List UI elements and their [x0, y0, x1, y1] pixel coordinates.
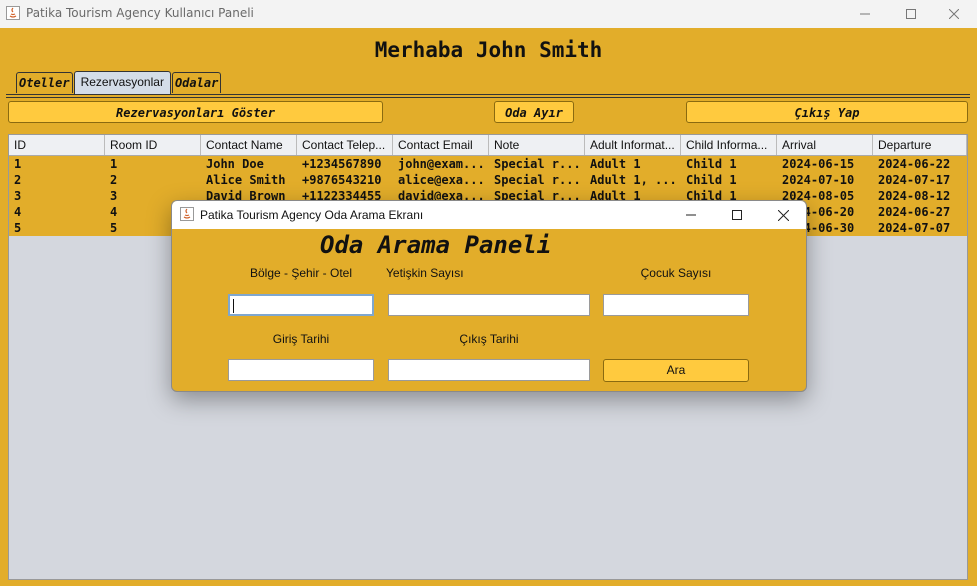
close-icon	[949, 9, 959, 19]
cell-contact-email: alice@exa...	[398, 173, 485, 187]
java-app-icon	[180, 207, 194, 221]
children-label: Çocuk Sayısı	[640, 266, 712, 280]
panel-title: Oda Arama Paneli	[320, 231, 552, 259]
greeting-label: Merhaba John Smith	[374, 38, 603, 62]
cell-note: Special r...	[494, 173, 581, 187]
region-label: Bölge - Şehir - Otel	[249, 266, 353, 280]
region-input[interactable]	[228, 294, 374, 316]
column-header-departure[interactable]: Departure	[873, 135, 967, 155]
cell-contact-name: John Doe	[206, 157, 264, 171]
cell-child-info: Child 1	[686, 157, 737, 171]
logout-button[interactable]: Çıkış Yap	[686, 101, 968, 123]
minimize-button[interactable]	[842, 0, 888, 28]
minimize-icon	[860, 13, 870, 15]
maximize-button[interactable]	[888, 0, 934, 28]
dialog-close-button[interactable]	[760, 201, 806, 229]
tab-divider	[6, 97, 970, 98]
tab-bar: Oteller Rezervasyonlar Odalar	[16, 71, 222, 94]
column-header-contact-name[interactable]: Contact Name	[201, 135, 297, 155]
cell-departure: 2024-08-12	[878, 189, 951, 203]
adults-label: Yetişkin Sayısı	[386, 266, 464, 280]
children-input[interactable]	[603, 294, 749, 316]
column-header-note[interactable]: Note	[489, 135, 585, 155]
column-header-room-id[interactable]: Room ID	[105, 135, 201, 155]
tab-rooms[interactable]: Odalar	[171, 72, 222, 93]
maximize-icon	[906, 9, 916, 19]
cell-room-id: 1	[110, 157, 118, 171]
cell-contact-phone: +1234567890	[302, 157, 382, 171]
adults-input[interactable]	[388, 294, 590, 316]
checkin-label: Giriş Tarihi	[272, 332, 330, 346]
close-button[interactable]	[931, 0, 977, 28]
column-header-child-info[interactable]: Child Informa...	[681, 135, 777, 155]
cell-departure: 2024-06-22	[878, 157, 951, 171]
java-app-icon	[6, 6, 20, 20]
cell-adult-info: Adult 1, ...	[590, 173, 677, 187]
checkin-date-input[interactable]	[228, 359, 374, 381]
cell-arrival: 2024-07-10	[782, 173, 855, 187]
cell-id: 3	[14, 189, 22, 203]
dialog-maximize-button[interactable]	[714, 201, 760, 229]
checkout-label: Çıkış Tarihi	[459, 332, 519, 346]
cell-id: 2	[14, 173, 22, 187]
cell-arrival: 2024-06-15	[782, 157, 855, 171]
close-icon	[777, 209, 789, 221]
column-header-arrival[interactable]: Arrival	[777, 135, 873, 155]
dialog-titlebar: Patika Tourism Agency Oda Arama Ekranı	[172, 201, 806, 229]
book-room-button[interactable]: Oda Ayır	[494, 101, 574, 123]
minimize-icon	[686, 214, 696, 216]
tab-reservations[interactable]: Rezervasyonlar	[73, 71, 171, 94]
cell-adult-info: Adult 1	[590, 157, 641, 171]
cell-note: Special r...	[494, 157, 581, 171]
dialog-title: Patika Tourism Agency Oda Arama Ekranı	[200, 208, 424, 222]
room-search-dialog: Patika Tourism Agency Oda Arama Ekranı O…	[171, 200, 807, 392]
dialog-minimize-button[interactable]	[668, 201, 714, 229]
maximize-icon	[732, 210, 742, 220]
table-row[interactable]: 2 2 Alice Smith +9876543210 alice@exa...…	[9, 172, 967, 188]
cell-departure: 2024-07-07	[878, 221, 951, 235]
show-reservations-button[interactable]: Rezervasyonları Göster	[8, 101, 383, 123]
cell-contact-email: john@exam...	[398, 157, 485, 171]
column-header-contact-phone[interactable]: Contact Telep...	[297, 135, 393, 155]
tab-hotels[interactable]: Oteller	[16, 72, 73, 93]
text-caret	[233, 299, 234, 313]
cell-id: 1	[14, 157, 22, 171]
window-titlebar: Patika Tourism Agency Kullanıcı Paneli	[0, 0, 977, 28]
table-header: ID Room ID Contact Name Contact Telep...…	[9, 135, 967, 156]
cell-departure: 2024-07-17	[878, 173, 951, 187]
column-header-adult-info[interactable]: Adult Informat...	[585, 135, 681, 155]
cell-contact-phone: +9876543210	[302, 173, 382, 187]
checkout-date-input[interactable]	[388, 359, 590, 381]
cell-id: 4	[14, 205, 22, 219]
tab-divider	[6, 94, 970, 95]
cell-contact-name: Alice Smith	[206, 173, 286, 187]
cell-id: 5	[14, 221, 22, 235]
column-header-id[interactable]: ID	[9, 135, 105, 155]
cell-departure: 2024-06-27	[878, 205, 951, 219]
window-title: Patika Tourism Agency Kullanıcı Paneli	[26, 6, 254, 20]
cell-child-info: Child 1	[686, 173, 737, 187]
search-button[interactable]: Ara	[603, 359, 749, 382]
table-row[interactable]: 1 1 John Doe +1234567890 john@exam... Sp…	[9, 156, 967, 172]
cell-room-id: 2	[110, 173, 118, 187]
column-header-contact-email[interactable]: Contact Email	[393, 135, 489, 155]
